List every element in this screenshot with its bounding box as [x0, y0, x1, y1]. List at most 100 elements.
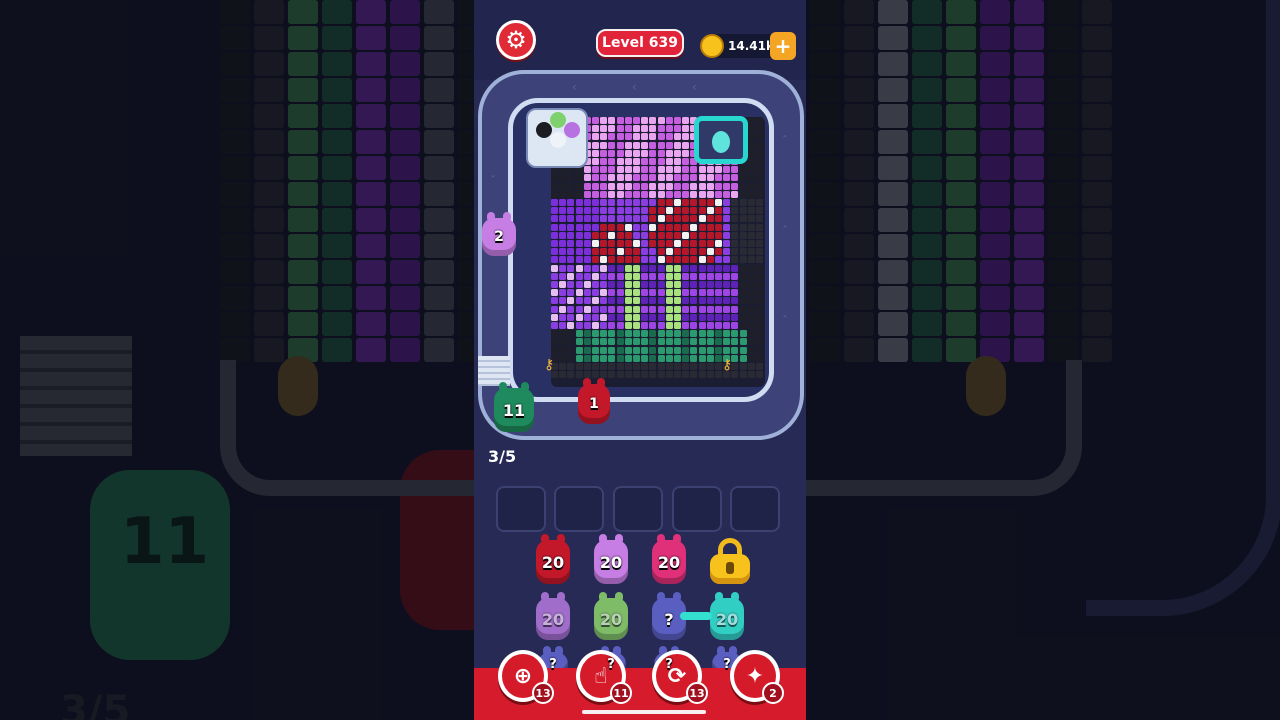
art-pixel	[739, 240, 747, 247]
holding-slot[interactable]	[672, 486, 722, 532]
art-pixel	[674, 158, 681, 165]
art-pixel	[706, 330, 714, 338]
art-pixel	[731, 305, 739, 313]
holding-slot[interactable]	[730, 486, 780, 532]
art-pixel	[641, 322, 649, 329]
locked-piece[interactable]	[710, 538, 750, 584]
art-pixel	[723, 305, 731, 313]
art-pixel	[624, 346, 632, 354]
art-pixel	[682, 264, 690, 272]
art-pixel	[657, 231, 665, 239]
add-slot-button[interactable]: ⊕ 13	[498, 650, 554, 704]
art-pixel	[674, 322, 681, 329]
art-pixel	[592, 313, 599, 321]
art-pixel	[641, 182, 649, 190]
art-pixel	[641, 166, 649, 174]
art-pixel	[682, 158, 690, 165]
art-pixel	[616, 281, 624, 288]
art-pixel	[657, 158, 665, 165]
art-pixel	[690, 223, 698, 231]
art-pixel	[665, 166, 673, 174]
art-pixel	[706, 297, 714, 305]
art-pixel	[665, 215, 673, 223]
art-pixel	[649, 248, 657, 256]
art-pixel	[633, 215, 640, 223]
art-pixel	[715, 305, 722, 313]
art-pixel	[641, 272, 649, 280]
art-pixel	[608, 338, 616, 346]
art-pixel	[739, 289, 747, 297]
art-pixel	[723, 231, 731, 239]
shooter-piece[interactable]: 20	[536, 534, 570, 584]
piece-count: 1	[589, 396, 599, 412]
shooter-piece[interactable]: 20	[652, 534, 686, 584]
art-pixel	[690, 281, 698, 288]
art-pixel	[608, 133, 616, 141]
art-pixel	[649, 223, 657, 231]
art-pixel	[723, 240, 731, 247]
art-pixel	[649, 174, 657, 182]
art-pixel	[739, 174, 747, 182]
art-pixel	[665, 133, 673, 141]
art-pixel	[715, 223, 722, 231]
add-coins-button[interactable]: +	[770, 32, 796, 60]
conveyor-piece: 1	[578, 378, 610, 424]
art-pixel	[600, 297, 608, 305]
art-pixel	[608, 297, 616, 305]
coin-amount: 14.41k	[728, 39, 774, 53]
art-pixel	[657, 330, 665, 338]
art-pixel	[731, 313, 739, 321]
art-pixel	[657, 199, 665, 206]
hand-pick-button[interactable]: ☝ 11	[576, 650, 632, 704]
art-pixel	[723, 338, 731, 346]
conveyor-piece: 11	[494, 382, 534, 432]
art-pixel	[592, 215, 599, 223]
art-pixel	[690, 313, 698, 321]
art-pixel	[567, 297, 575, 305]
art-pixel	[624, 240, 632, 247]
ghost-magnet-button[interactable]: ✦ 2	[730, 650, 784, 704]
art-pixel	[706, 240, 714, 247]
art-pixel	[674, 363, 681, 370]
art-pixel	[756, 207, 763, 215]
art-pixel	[608, 346, 616, 354]
art-pixel	[706, 207, 714, 215]
art-pixel	[641, 264, 649, 272]
piece-count: ?	[664, 609, 674, 629]
art-pixel	[674, 313, 681, 321]
art-pixel	[715, 207, 722, 215]
art-pixel	[575, 297, 583, 305]
art-pixel	[624, 125, 632, 133]
shuffle-button[interactable]: ⟳ 13	[652, 650, 708, 704]
art-pixel	[674, 305, 681, 313]
art-pixel	[657, 371, 665, 379]
art-pixel	[747, 141, 755, 149]
art-pixel	[608, 330, 616, 338]
art-pixel	[559, 174, 567, 182]
art-pixel	[600, 207, 608, 215]
art-pixel	[616, 207, 624, 215]
art-pixel	[715, 256, 722, 264]
art-pixel	[616, 354, 624, 362]
holding-slot[interactable]	[496, 486, 546, 532]
art-pixel	[633, 305, 640, 313]
art-pixel	[592, 223, 599, 231]
art-pixel	[715, 182, 722, 190]
settings-button[interactable]: ⚙	[496, 20, 536, 60]
art-pixel	[559, 330, 567, 338]
art-pixel	[715, 231, 722, 239]
art-pixel	[567, 354, 575, 362]
shooter-piece[interactable]: 20	[594, 534, 628, 584]
holding-slot[interactable]	[613, 486, 663, 532]
art-pixel	[551, 281, 558, 288]
art-pixel	[649, 117, 657, 124]
art-pixel	[641, 199, 649, 206]
art-pixel	[608, 166, 616, 174]
art-pixel	[592, 354, 599, 362]
holding-slot[interactable]	[554, 486, 604, 532]
art-pixel	[559, 338, 567, 346]
queue-piece[interactable]: 2	[482, 212, 516, 256]
art-pixel	[583, 182, 591, 190]
art-pixel	[567, 240, 575, 247]
art-pixel	[715, 330, 722, 338]
